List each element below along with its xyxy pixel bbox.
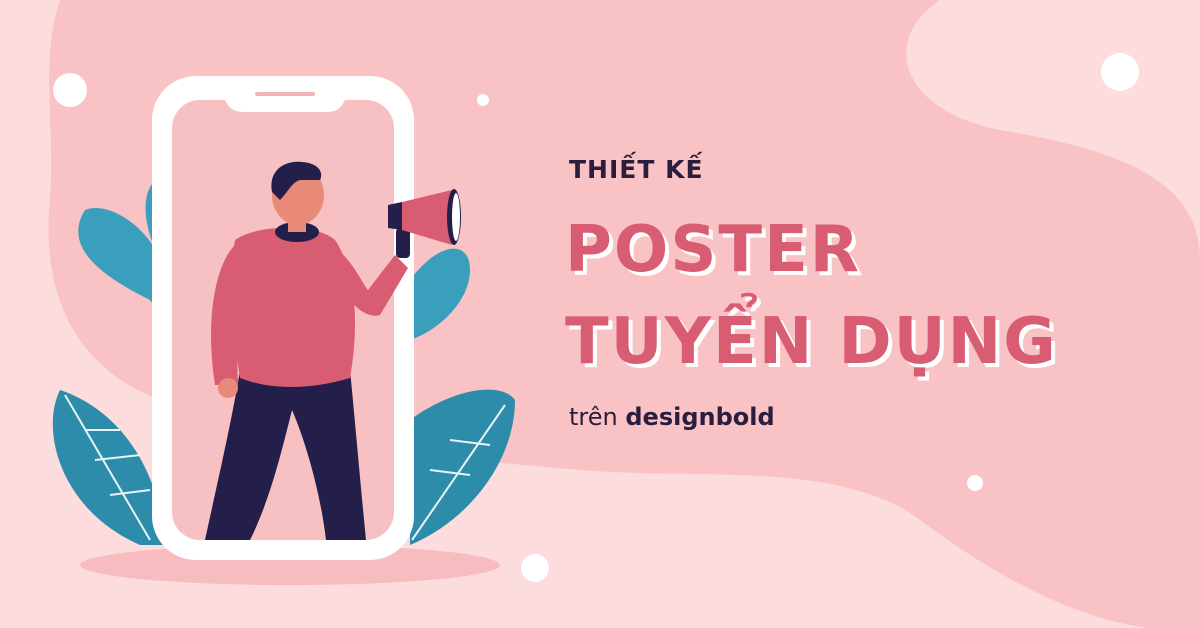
decor-dot	[521, 554, 549, 582]
decor-dot	[1101, 53, 1139, 91]
brand-name: designbold	[625, 403, 775, 431]
decor-dot	[967, 475, 983, 491]
phone-speaker	[255, 92, 315, 96]
tagline: trên designbold	[569, 403, 775, 431]
headline-line-1: POSTER	[565, 213, 862, 287]
headline-line-2: TUYỂN DỤNG	[565, 305, 1058, 379]
decor-dot	[53, 73, 87, 107]
phone-notch	[225, 100, 345, 112]
decor-dot	[477, 94, 489, 106]
subtitle: THIẾT KẾ	[569, 155, 704, 184]
tagline-prefix: trên	[569, 403, 618, 431]
